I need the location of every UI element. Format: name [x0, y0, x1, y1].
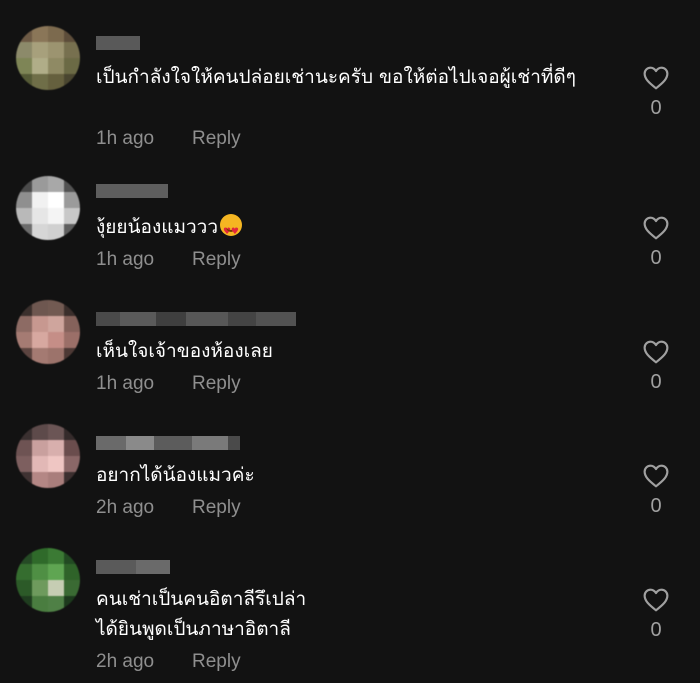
heart-outline-icon[interactable]: [643, 588, 669, 612]
like-control[interactable]: 0: [640, 66, 672, 119]
like-control[interactable]: 0: [640, 216, 672, 269]
comment-text: เห็นใจเจ้าของห้องเลย: [96, 340, 273, 362]
comment-meta: 1h ago Reply: [96, 128, 241, 150]
comment-time: 1h ago: [96, 128, 155, 149]
comment-time: 1h ago: [96, 373, 155, 394]
avatar[interactable]: [16, 548, 80, 612]
like-control[interactable]: 0: [640, 464, 672, 517]
reply-button[interactable]: Reply: [192, 128, 241, 150]
smiling-face-with-hearts-emoji: [220, 214, 242, 247]
heart-outline-icon[interactable]: [643, 66, 669, 90]
username-blurred[interactable]: [96, 184, 168, 198]
reply-button[interactable]: Reply: [192, 249, 241, 271]
comment-meta: 2h ago Reply: [96, 497, 241, 519]
comment-text-content: งุ้ยยน้องแมววว: [96, 216, 218, 238]
username-blurred[interactable]: [96, 560, 170, 574]
avatar[interactable]: [16, 26, 80, 90]
comment-time: 1h ago: [96, 249, 155, 270]
username-blurred[interactable]: [96, 436, 240, 450]
comment-text: อยากได้น้องแมวค่ะ: [96, 464, 255, 486]
like-control[interactable]: 0: [640, 340, 672, 393]
comment-meta: 1h ago Reply: [96, 249, 241, 271]
avatar[interactable]: [16, 424, 80, 488]
comment-text: งุ้ยยน้องแมววว: [96, 212, 621, 247]
comment-time: 2h ago: [96, 651, 155, 672]
comment-time: 2h ago: [96, 497, 155, 518]
like-count: 0: [650, 97, 662, 119]
comment-text: เป็นกำลังใจให้คนปล่อยเช่านะครับ ขอให้ต่อ…: [96, 66, 576, 88]
comment-meta: 2h ago Reply: [96, 651, 241, 673]
like-count: 0: [650, 495, 662, 517]
like-count: 0: [650, 619, 662, 641]
like-count: 0: [650, 371, 662, 393]
heart-outline-icon[interactable]: [643, 340, 669, 364]
reply-button[interactable]: Reply: [192, 373, 241, 395]
username-blurred[interactable]: [96, 36, 140, 50]
like-count: 0: [650, 247, 662, 269]
comment-text: คนเช่าเป็นคนอิตาลีรึเปล่า ได้ยินพูดเป็นภ…: [96, 588, 307, 640]
comment-meta: 1h ago Reply: [96, 373, 241, 395]
like-control[interactable]: 0: [640, 588, 672, 641]
heart-outline-icon[interactable]: [643, 464, 669, 488]
avatar[interactable]: [16, 300, 80, 364]
heart-outline-icon[interactable]: [643, 216, 669, 240]
avatar[interactable]: [16, 176, 80, 240]
reply-button[interactable]: Reply: [192, 651, 241, 673]
reply-button[interactable]: Reply: [192, 497, 241, 519]
username-blurred[interactable]: [96, 312, 296, 326]
